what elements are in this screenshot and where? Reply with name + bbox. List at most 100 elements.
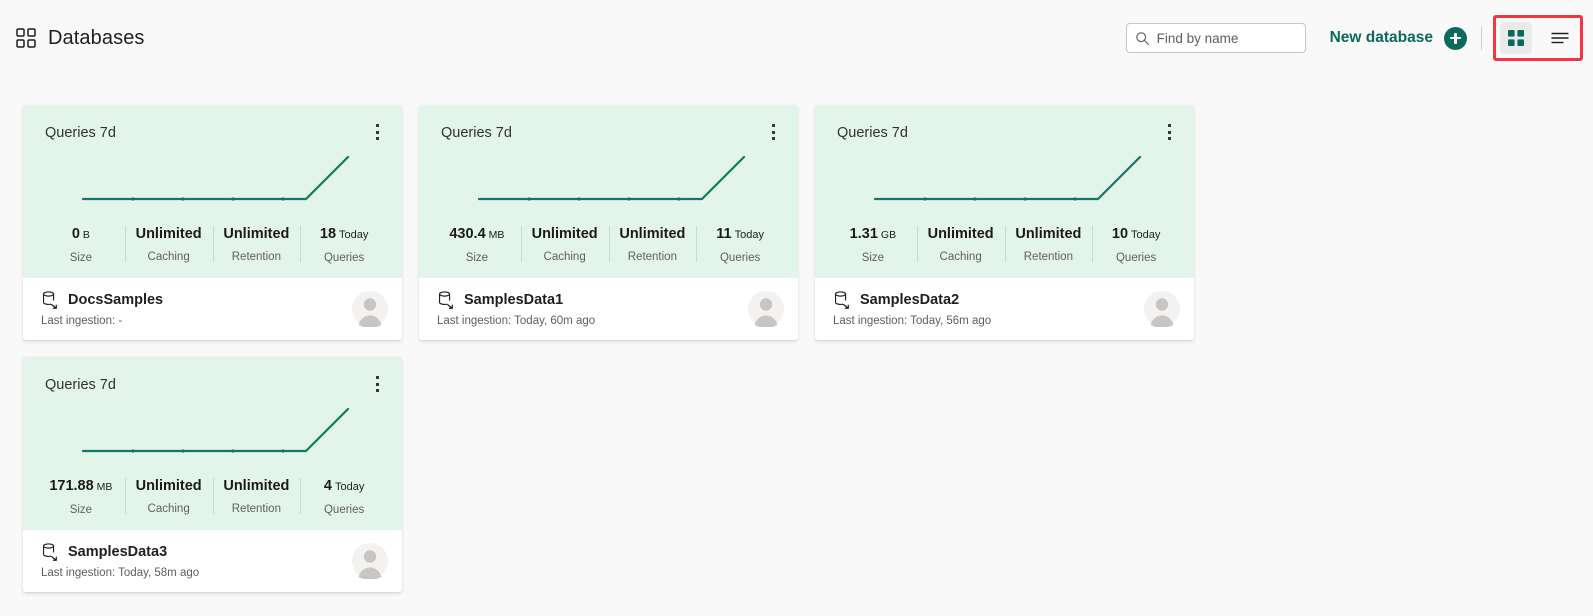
database-name[interactable]: SamplesData1: [464, 292, 563, 308]
metric-value: 10: [1111, 226, 1129, 242]
database-name-row: SamplesData3: [41, 543, 352, 561]
card-metrics-row: 0 B Size Unlimited Caching Unlimited Ret…: [23, 213, 402, 278]
metric-value-wrap: Unlimited: [223, 477, 289, 495]
metric-value-wrap: Unlimited: [928, 225, 994, 243]
sparkline-chart: [419, 141, 798, 213]
card-metrics-row: 1.31 GB Size Unlimited Caching Unlimited…: [815, 213, 1194, 278]
metric-value: 18: [319, 226, 337, 242]
metric-size: 0 B Size: [37, 225, 125, 264]
chart-title: Queries 7d: [45, 125, 116, 141]
metric-retention: Unlimited Retention: [1004, 225, 1093, 264]
chart-title: Queries 7d: [837, 125, 908, 141]
database-card[interactable]: Queries 7d 0 B Size Unlimited Caching Un…: [23, 105, 402, 340]
database-info: SamplesData3 Last ingestion: Today, 58m …: [41, 543, 352, 579]
metric-value-wrap: 10 Today: [1112, 225, 1161, 244]
card-footer: SamplesData1 Last ingestion: Today, 60m …: [419, 278, 798, 340]
search-input[interactable]: [1156, 25, 1287, 51]
metric-queries: 10 Today Queries: [1092, 225, 1180, 264]
metric-unit: MB: [96, 481, 113, 493]
metric-value-wrap: 4 Today: [324, 477, 364, 496]
list-view-button[interactable]: [1544, 22, 1576, 54]
plus-circle-icon[interactable]: [1444, 26, 1467, 50]
last-ingestion-text: Last ingestion: -: [41, 315, 123, 327]
header-left-group: Databases: [0, 27, 145, 50]
card-footer: SamplesData3 Last ingestion: Today, 58m …: [23, 530, 402, 592]
metric-label: Size: [69, 252, 93, 264]
database-card[interactable]: Queries 7d 1.31 GB Size Unlimited Cachin…: [815, 105, 1194, 340]
metric-value-wrap: Unlimited: [532, 225, 598, 243]
metric-value-wrap: Unlimited: [1015, 225, 1081, 243]
grid-apps-icon: [16, 28, 36, 48]
chart-title: Queries 7d: [441, 125, 512, 141]
last-ingestion-text: Last ingestion: Today, 58m ago: [41, 567, 200, 579]
kebab-menu-icon[interactable]: [366, 119, 388, 145]
metric-value-wrap: 11 Today: [716, 225, 764, 244]
database-icon: [437, 291, 454, 309]
metric-unit: GB: [880, 229, 897, 241]
metric-value-wrap: 171.88 MB: [49, 477, 112, 496]
kebab-menu-icon[interactable]: [762, 119, 784, 145]
metric-label: Queries: [719, 252, 761, 264]
metric-value-wrap: 18 Today: [320, 225, 369, 244]
metric-value: 1.31: [849, 226, 878, 242]
user-avatar-icon: [1144, 291, 1180, 328]
database-cards-grid: Queries 7d 0 B Size Unlimited Caching Un…: [23, 105, 1203, 592]
card-footer: DocsSamples Last ingestion: -: [23, 278, 402, 340]
database-icon: [833, 291, 850, 309]
metric-value: Unlimited: [223, 226, 290, 242]
new-database-button[interactable]: New database: [1330, 26, 1467, 50]
sparkline-chart: [815, 141, 1194, 213]
metric-caching: Unlimited Caching: [916, 225, 1005, 264]
page-title: Databases: [48, 26, 145, 49]
metric-label: Caching: [147, 503, 190, 515]
user-avatar-icon: [748, 291, 784, 328]
last-ingestion-text: Last ingestion: Today, 60m ago: [437, 315, 596, 327]
database-info: SamplesData2 Last ingestion: Today, 56m …: [833, 291, 1144, 327]
database-name-row: SamplesData1: [437, 291, 748, 309]
metric-size: 171.88 MB Size: [37, 477, 125, 516]
metric-value-wrap: 430.4 MB: [449, 225, 504, 244]
database-card[interactable]: Queries 7d 171.88 MB Size Unlimited Cach…: [23, 357, 402, 592]
metric-queries: 11 Today Queries: [696, 225, 784, 264]
metric-label: Queries: [1115, 252, 1157, 264]
database-icon: [41, 543, 58, 561]
card-metrics-row: 171.88 MB Size Unlimited Caching Unlimit…: [23, 465, 402, 530]
kebab-menu-icon[interactable]: [366, 371, 388, 397]
metric-value-wrap: Unlimited: [136, 225, 202, 243]
chart-title: Queries 7d: [45, 377, 116, 393]
metric-value: Unlimited: [135, 478, 202, 494]
grid-view-button[interactable]: [1500, 22, 1532, 54]
card-metrics-row: 430.4 MB Size Unlimited Caching Unlimite…: [419, 213, 798, 278]
metric-retention: Unlimited Retention: [608, 225, 697, 264]
database-name[interactable]: DocsSamples: [68, 292, 163, 308]
metric-queries: 4 Today Queries: [300, 477, 388, 516]
metric-value-wrap: Unlimited: [136, 477, 202, 495]
metric-value: 430.4: [449, 226, 486, 242]
database-name[interactable]: SamplesData2: [860, 292, 959, 308]
metric-value: Unlimited: [619, 226, 686, 242]
database-name-row: DocsSamples: [41, 291, 352, 309]
database-card[interactable]: Queries 7d 430.4 MB Size Unlimited Cachi…: [419, 105, 798, 340]
metric-caching: Unlimited Caching: [520, 225, 609, 264]
metric-size: 1.31 GB Size: [829, 225, 917, 264]
metric-label: Size: [465, 252, 489, 264]
card-chart-area: Queries 7d 0 B Size Unlimited Caching Un…: [23, 105, 402, 278]
metric-caching: Unlimited Caching: [124, 225, 213, 264]
metric-label: Queries: [323, 252, 365, 264]
metric-value-wrap: 1.31 GB: [850, 225, 896, 244]
sparkline-chart: [23, 141, 402, 213]
database-icon: [41, 291, 58, 309]
metric-retention: Unlimited Retention: [212, 225, 301, 264]
page-header: Databases New database: [0, 0, 1593, 76]
search-box[interactable]: [1125, 23, 1306, 53]
metric-value: Unlimited: [223, 478, 290, 494]
kebab-menu-icon[interactable]: [1158, 119, 1180, 145]
metric-value: Unlimited: [1015, 226, 1082, 242]
last-ingestion-text: Last ingestion: Today, 56m ago: [833, 315, 992, 327]
database-name[interactable]: SamplesData3: [68, 544, 167, 560]
metric-caching: Unlimited Caching: [124, 477, 213, 516]
metric-value-wrap: Unlimited: [619, 225, 685, 243]
card-chart-area: Queries 7d 171.88 MB Size Unlimited Cach…: [23, 357, 402, 530]
metric-value-wrap: Unlimited: [223, 225, 289, 243]
metric-label: Caching: [543, 251, 586, 263]
